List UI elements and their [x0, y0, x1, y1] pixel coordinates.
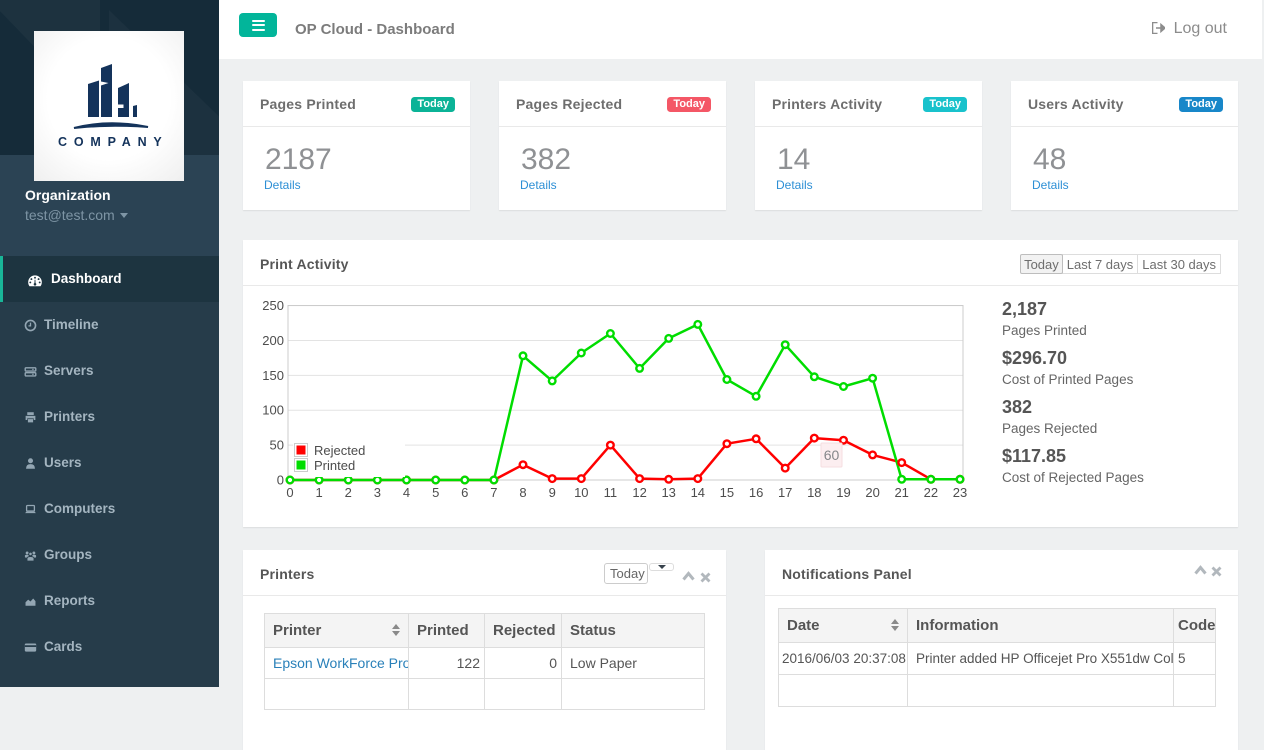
svg-text:250: 250 — [262, 298, 284, 313]
svg-text:4: 4 — [403, 485, 410, 500]
svg-text:8: 8 — [519, 485, 526, 500]
svg-text:21: 21 — [894, 485, 908, 500]
svg-text:13: 13 — [661, 485, 675, 500]
svg-text:5: 5 — [432, 485, 439, 500]
svg-text:3: 3 — [374, 485, 381, 500]
svg-text:11: 11 — [604, 485, 618, 500]
svg-text:2: 2 — [345, 485, 352, 500]
svg-text:60: 60 — [824, 447, 840, 463]
svg-text:Printed: Printed — [314, 458, 355, 473]
svg-text:Rejected: Rejected — [314, 443, 365, 458]
svg-text:12: 12 — [632, 485, 646, 500]
svg-text:6: 6 — [461, 485, 468, 500]
svg-text:9: 9 — [549, 485, 556, 500]
svg-text:22: 22 — [924, 485, 938, 500]
svg-text:0: 0 — [277, 473, 284, 488]
svg-text:50: 50 — [270, 438, 284, 453]
svg-text:20: 20 — [865, 485, 879, 500]
svg-text:15: 15 — [720, 485, 734, 500]
svg-text:19: 19 — [836, 485, 850, 500]
svg-text:23: 23 — [953, 485, 967, 500]
svg-text:1: 1 — [315, 485, 322, 500]
svg-text:100: 100 — [262, 403, 284, 418]
svg-text:0: 0 — [286, 485, 293, 500]
svg-text:10: 10 — [574, 485, 588, 500]
svg-text:COMPANY: COMPANY — [58, 135, 169, 149]
svg-text:17: 17 — [778, 485, 792, 500]
svg-text:14: 14 — [691, 485, 705, 500]
svg-text:16: 16 — [749, 485, 763, 500]
svg-text:150: 150 — [262, 368, 284, 383]
svg-text:200: 200 — [262, 333, 284, 348]
svg-text:18: 18 — [807, 485, 821, 500]
svg-text:7: 7 — [490, 485, 497, 500]
